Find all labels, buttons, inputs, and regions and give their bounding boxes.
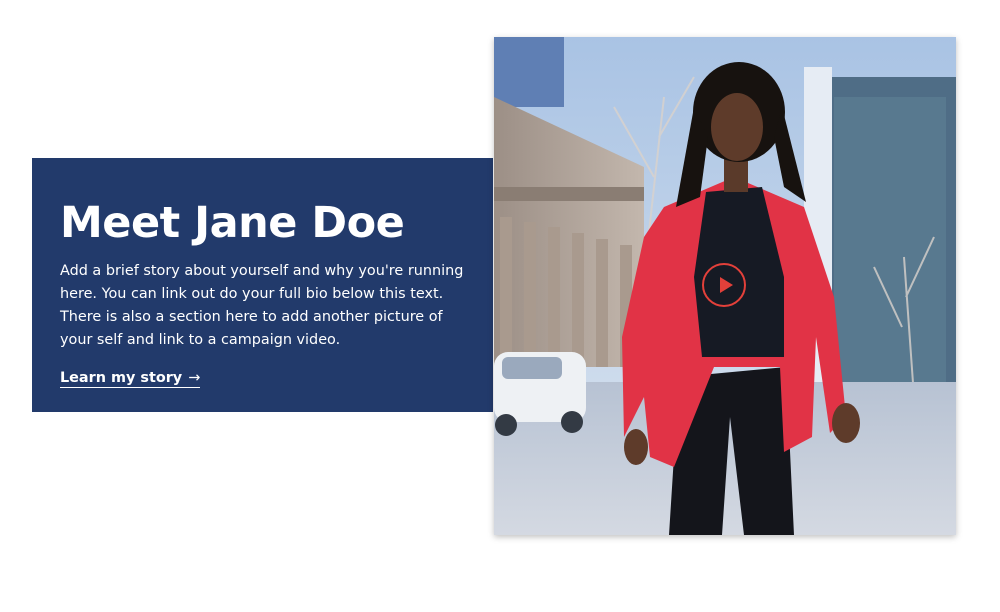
candidate-photo (494, 37, 956, 535)
story-body: Add a brief story about yourself and why… (60, 263, 464, 348)
learn-my-story-link[interactable]: Learn my story → (60, 370, 201, 388)
play-video-button[interactable] (702, 263, 746, 307)
arrow-right-icon: → (188, 370, 201, 386)
story-card: Meet Jane Doe Add a brief story about yo… (32, 158, 493, 412)
play-icon (720, 277, 733, 293)
page: Meet Jane Doe Add a brief story about yo… (0, 0, 1000, 612)
learn-my-story-label: Learn my story (60, 370, 183, 386)
story-title: Meet Jane Doe (60, 198, 405, 248)
